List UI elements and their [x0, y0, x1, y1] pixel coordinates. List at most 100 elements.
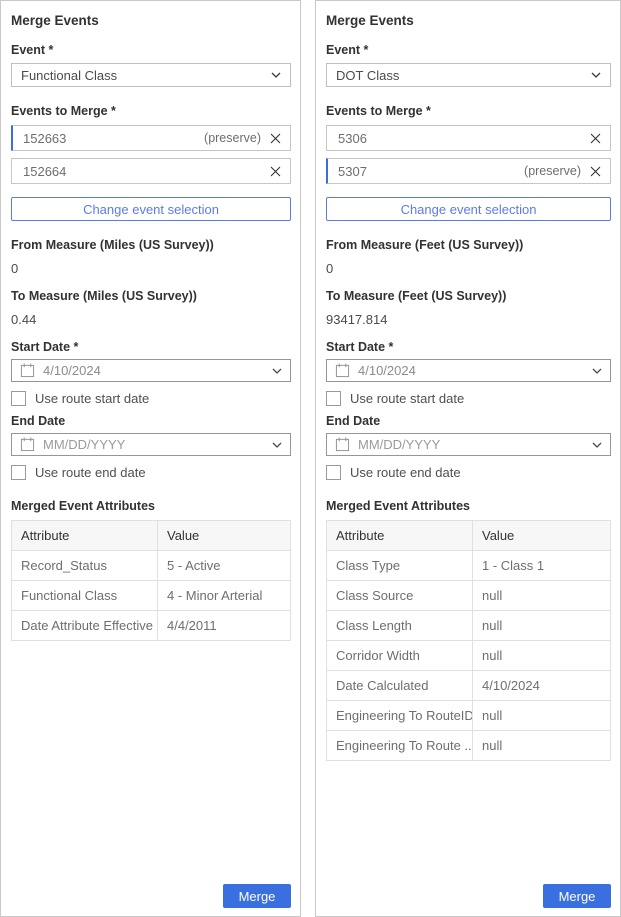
use-route-start-date-label: Use route start date: [35, 391, 149, 406]
merge-events-panel-dot-class: Merge Events Event * DOT Class Events to…: [315, 0, 621, 917]
start-date-picker[interactable]: 4/10/2024: [11, 359, 291, 382]
change-event-selection-button[interactable]: Change event selection: [11, 197, 291, 221]
from-measure-label: From Measure (Feet (US Survey)): [326, 238, 611, 252]
from-measure-value: 0: [326, 261, 611, 276]
table-row: Engineering To Route ... null: [327, 731, 611, 761]
calendar-icon: [335, 437, 350, 452]
value-cell: null: [473, 731, 611, 761]
to-measure-label: To Measure (Miles (US Survey)): [11, 289, 291, 303]
change-event-selection-button[interactable]: Change event selection: [326, 197, 611, 221]
table-row: Record_Status 5 - Active: [12, 551, 291, 581]
footer-actions: Merge: [326, 884, 611, 912]
attribute-cell: Engineering To Route ...: [327, 731, 473, 761]
merged-event-attributes-table: Attribute Value Record_Status 5 - Active…: [11, 520, 291, 641]
table-row: Date Calculated 4/10/2024: [327, 671, 611, 701]
merge-button[interactable]: Merge: [543, 884, 611, 908]
remove-event-icon[interactable]: [270, 133, 281, 144]
use-route-start-date-checkbox[interactable]: [326, 391, 341, 406]
value-cell: 4 - Minor Arterial: [158, 581, 291, 611]
value-cell: null: [473, 701, 611, 731]
event-id-input[interactable]: [21, 130, 204, 147]
start-date-value: 4/10/2024: [358, 363, 416, 378]
to-measure-label: To Measure (Feet (US Survey)): [326, 289, 611, 303]
event-label: Event *: [326, 43, 611, 57]
event-select[interactable]: DOT Class: [326, 63, 611, 87]
to-measure-value: 93417.814: [326, 312, 611, 327]
chevron-down-icon: [271, 72, 281, 78]
merged-event-attributes-label: Merged Event Attributes: [11, 499, 291, 513]
chevron-down-icon: [592, 442, 602, 448]
merge-events-panel-functional-class: Merge Events Event * Functional Class Ev…: [0, 0, 301, 917]
use-route-end-date-row: Use route end date: [11, 465, 291, 480]
table-row: Class Type 1 - Class 1: [327, 551, 611, 581]
attribute-column-header: Attribute: [327, 521, 473, 551]
chevron-down-icon: [592, 368, 602, 374]
calendar-icon: [20, 437, 35, 452]
footer-actions: Merge: [11, 884, 291, 912]
attribute-cell: Functional Class: [12, 581, 158, 611]
use-route-end-date-label: Use route end date: [35, 465, 146, 480]
value-cell: null: [473, 611, 611, 641]
value-cell: 5 - Active: [158, 551, 291, 581]
from-measure-label: From Measure (Miles (US Survey)): [11, 238, 291, 252]
attribute-cell: Record_Status: [12, 551, 158, 581]
from-measure-value: 0: [11, 261, 291, 276]
attribute-cell: Class Source: [327, 581, 473, 611]
end-date-picker[interactable]: MM/DD/YYYY: [326, 433, 611, 456]
start-date-picker[interactable]: 4/10/2024: [326, 359, 611, 382]
chevron-down-icon: [591, 72, 601, 78]
attribute-cell: Corridor Width: [327, 641, 473, 671]
attribute-column-header: Attribute: [12, 521, 158, 551]
event-select-value: DOT Class: [336, 68, 399, 83]
value-column-header: Value: [473, 521, 611, 551]
value-column-header: Value: [158, 521, 291, 551]
end-date-picker[interactable]: MM/DD/YYYY: [11, 433, 291, 456]
remove-event-icon[interactable]: [270, 166, 281, 177]
to-measure-value: 0.44: [11, 312, 291, 327]
table-header-row: Attribute Value: [327, 521, 611, 551]
value-cell: 1 - Class 1: [473, 551, 611, 581]
chevron-down-icon: [272, 442, 282, 448]
merged-event-attributes-table: Attribute Value Class Type 1 - Class 1 C…: [326, 520, 611, 761]
preserve-badge: (preserve): [524, 164, 581, 178]
event-id-input-row[interactable]: (preserve): [326, 158, 611, 184]
use-route-start-date-checkbox[interactable]: [11, 391, 26, 406]
attribute-cell: Date Calculated: [327, 671, 473, 701]
merged-event-attributes-label: Merged Event Attributes: [326, 499, 611, 513]
event-select[interactable]: Functional Class: [11, 63, 291, 87]
event-select-value: Functional Class: [21, 68, 117, 83]
page-title: Merge Events: [11, 13, 291, 28]
event-id-input[interactable]: [21, 163, 270, 180]
value-cell: 4/4/2011: [158, 611, 291, 641]
event-id-input-row[interactable]: [326, 125, 611, 151]
attribute-cell: Date Attribute Effective: [12, 611, 158, 641]
table-row: Class Length null: [327, 611, 611, 641]
table-row: Class Source null: [327, 581, 611, 611]
use-route-end-date-label: Use route end date: [350, 465, 461, 480]
event-id-input-row[interactable]: (preserve): [11, 125, 291, 151]
event-id-input[interactable]: [336, 163, 524, 180]
end-date-label: End Date: [11, 414, 291, 428]
event-label: Event *: [11, 43, 291, 57]
use-route-end-date-checkbox[interactable]: [11, 465, 26, 480]
remove-event-icon[interactable]: [590, 166, 601, 177]
use-route-end-date-checkbox[interactable]: [326, 465, 341, 480]
event-id-input-row[interactable]: [11, 158, 291, 184]
event-id-input[interactable]: [336, 130, 590, 147]
remove-event-icon[interactable]: [590, 133, 601, 144]
table-header-row: Attribute Value: [12, 521, 291, 551]
calendar-icon: [335, 363, 350, 378]
table-row: Functional Class 4 - Minor Arterial: [12, 581, 291, 611]
table-row: Date Attribute Effective 4/4/2011: [12, 611, 291, 641]
preserve-badge: (preserve): [204, 131, 261, 145]
events-to-merge-label: Events to Merge *: [326, 104, 611, 118]
use-route-start-date-row: Use route start date: [326, 391, 611, 406]
use-route-end-date-row: Use route end date: [326, 465, 611, 480]
attribute-cell: Class Length: [327, 611, 473, 641]
start-date-value: 4/10/2024: [43, 363, 101, 378]
use-route-start-date-row: Use route start date: [11, 391, 291, 406]
merge-button[interactable]: Merge: [223, 884, 291, 908]
table-row: Corridor Width null: [327, 641, 611, 671]
end-date-placeholder: MM/DD/YYYY: [358, 437, 440, 452]
chevron-down-icon: [272, 368, 282, 374]
